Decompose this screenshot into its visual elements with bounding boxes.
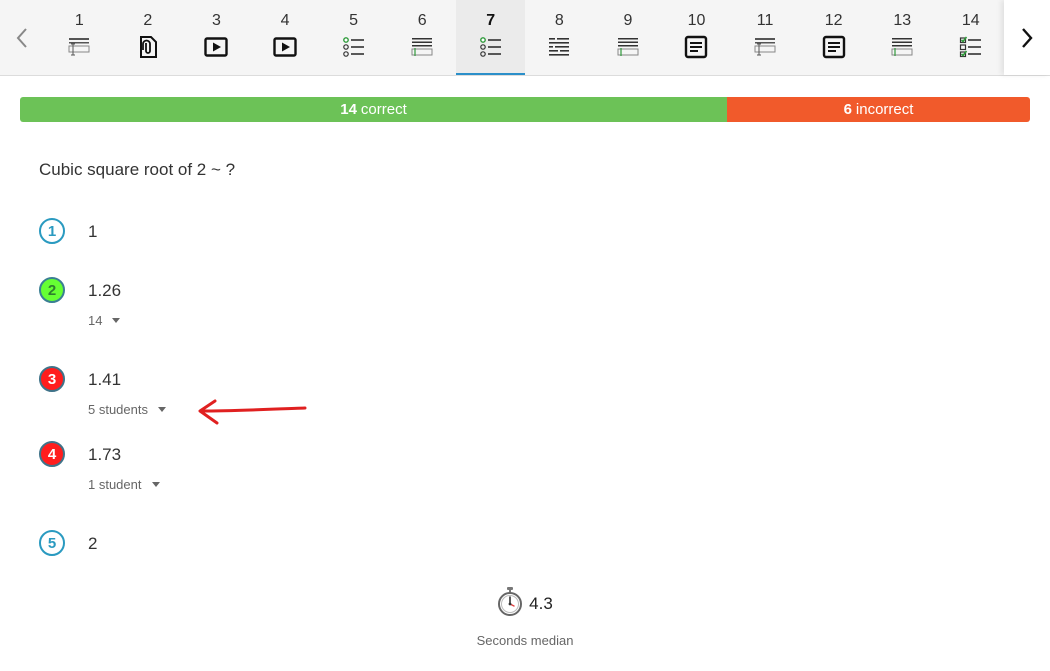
question-tab-number: 3 (211, 12, 221, 29)
option-value: 1.26 (88, 281, 122, 300)
option-number-badge: 1 (39, 218, 65, 244)
option-response-count: 1 student (88, 477, 142, 492)
caret-down-icon (158, 407, 166, 412)
question-tab-3[interactable]: 3 (182, 0, 251, 75)
option-value: 1 (88, 222, 98, 241)
checklist-icon (959, 36, 981, 58)
text-entry-icon (411, 38, 433, 56)
question-tab-11[interactable]: 11 (731, 0, 800, 75)
video-play-icon (273, 37, 297, 57)
question-tab-number: 13 (893, 12, 912, 29)
incorrect-segment: 6 incorrect (727, 97, 1030, 122)
question-text: Cubic square root of 2 ~ ? (39, 160, 236, 179)
document-icon (685, 35, 708, 59)
incorrect-label: incorrect (855, 101, 914, 118)
incorrect-count: 6 (843, 101, 852, 118)
correct-segment: 14 correct (20, 97, 727, 122)
option-number-badge: 3 (39, 366, 65, 392)
question-tab-5[interactable]: 5 (319, 0, 388, 75)
option-value: 1.73 (88, 445, 122, 464)
question-tab-9[interactable]: 9 (594, 0, 663, 75)
question-tab-7[interactable]: 7 (456, 0, 526, 75)
stopwatch-icon (498, 587, 523, 616)
question-tab-14[interactable]: 14 (937, 0, 1006, 75)
question-tab-number: 7 (486, 12, 496, 29)
question-tab-number: 4 (280, 12, 290, 29)
question-tab-number: 11 (756, 12, 774, 29)
option-number-badge: 4 (39, 441, 65, 467)
attachment-icon (139, 36, 157, 58)
option-value: 1.41 (88, 370, 122, 389)
question-tab-number: 8 (554, 12, 564, 29)
question-tab-number: 9 (623, 12, 633, 29)
form-field-icon (68, 38, 90, 56)
option-number-badge: 2 (39, 277, 65, 303)
question-tab-number: 6 (417, 12, 427, 29)
chevron-right-icon (1022, 27, 1033, 48)
next-arrow-button[interactable] (1004, 0, 1050, 75)
question-tab-10[interactable]: 10 (662, 0, 731, 75)
question-tab-number: 12 (824, 12, 843, 29)
option-number-badge: 5 (39, 530, 65, 556)
question-tab-12[interactable]: 12 (799, 0, 868, 75)
question-tab-number: 1 (74, 12, 84, 29)
text-entry-icon (891, 38, 913, 56)
caret-down-icon (112, 318, 121, 323)
previous-arrow-button[interactable] (0, 0, 44, 75)
correct-label: correct (360, 101, 407, 118)
question-navigation: 1 2 3 4 5 6 7 8 9 10 11 12 13 14 (0, 0, 1050, 76)
question-tabs: 1 2 3 4 5 6 7 8 9 10 11 12 13 14 (45, 0, 1005, 75)
median-value: 4.3 (529, 594, 553, 613)
option-responses-dropdown[interactable]: 1 student (88, 477, 160, 492)
document-icon (822, 35, 845, 59)
question-tab-number: 14 (961, 12, 980, 29)
option-responses-dropdown[interactable]: 5 students (88, 402, 166, 417)
option-response-count: 5 students (88, 402, 148, 417)
question-tab-2[interactable]: 2 (114, 0, 183, 75)
caret-down-icon (151, 482, 160, 487)
median-time: 4.3 Seconds median (0, 586, 1050, 648)
chevron-left-icon (16, 27, 27, 48)
correct-count: 14 (340, 101, 357, 118)
text-entry-icon (617, 38, 639, 56)
option-responses-dropdown[interactable]: 14 (88, 313, 121, 328)
results-bar: 14 correct 6 incorrect (20, 97, 1030, 122)
form-field-icon (754, 38, 776, 56)
question-tab-number: 2 (143, 12, 153, 29)
multiple-choice-icon (342, 37, 364, 57)
question-tab-number: 10 (687, 12, 706, 29)
question-tab-13[interactable]: 13 (868, 0, 937, 75)
option-value: 2 (88, 534, 98, 553)
question-tab-1[interactable]: 1 (45, 0, 114, 75)
question-tab-6[interactable]: 6 (388, 0, 457, 75)
question-tab-4[interactable]: 4 (251, 0, 320, 75)
multiple-choice-icon (479, 37, 501, 57)
ordering-icon (549, 38, 570, 56)
red-arrow-annotation-icon (198, 399, 307, 425)
question-tab-8[interactable]: 8 (525, 0, 594, 75)
video-play-icon (204, 37, 229, 57)
question-tab-number: 5 (349, 12, 359, 29)
median-label: Seconds median (476, 633, 574, 648)
option-response-count: 14 (88, 313, 103, 328)
